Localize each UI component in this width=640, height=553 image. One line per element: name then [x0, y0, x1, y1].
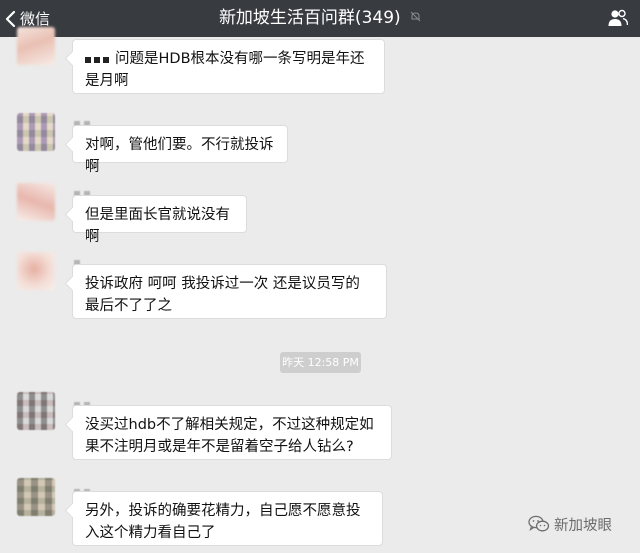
message-bubble[interactable]: 问题是HDB根本没有哪一条写明是年还是月啊: [72, 39, 385, 94]
sender-name-redacted: [74, 251, 110, 266]
avatar[interactable]: [17, 183, 55, 221]
avatar[interactable]: [17, 113, 55, 151]
avatar[interactable]: [17, 478, 55, 516]
watermark-text: 新加坡眼: [554, 517, 612, 534]
sender-name-redacted: [74, 393, 110, 408]
watermark: 新加坡眼: [528, 513, 612, 535]
message-bubble[interactable]: 对啊，管他们要。不行就投诉啊: [72, 125, 288, 175]
message-bubble[interactable]: 但是里面长官就说没有啊: [72, 195, 247, 245]
nav-bar: 微信 新加坡生活百问群(349): [0, 0, 640, 37]
avatar[interactable]: [17, 252, 55, 290]
message-text: 投诉政府 呵呵 我投诉过一次 还是议员写的 最后不了了之: [85, 276, 360, 314]
mute-bell-icon: [410, 11, 421, 22]
mention-redacted: [85, 48, 112, 70]
avatar[interactable]: [17, 27, 55, 65]
timestamp: 昨天 12:58 PM: [280, 352, 361, 373]
wechat-logo-icon: [528, 515, 550, 532]
message-bubble[interactable]: 另外，投诉的确要花精力，自己愿不愿意投入这个精力看自己了: [72, 491, 383, 546]
message-text: 问题是HDB根本没有哪一条写明是年还是月啊: [85, 51, 365, 89]
message-text: 没买过hdb不了解相关规定，不过这种规定如果不注明月或是年不是留着空子给人钻么?: [85, 417, 374, 455]
sender-name-redacted: [74, 182, 110, 197]
sender-name-redacted: [74, 480, 110, 495]
avatar[interactable]: [17, 392, 55, 430]
chat-title: 新加坡生活百问群(349): [218, 8, 401, 28]
chat-title-wrap: 新加坡生活百问群(349): [0, 0, 640, 37]
message-text: 但是里面长官就说没有啊: [85, 207, 230, 245]
message-text: 对啊，管他们要。不行就投诉啊: [85, 137, 274, 175]
message-bubble[interactable]: 没买过hdb不了解相关规定，不过这种规定如果不注明月或是年不是留着空子给人钻么?: [72, 405, 392, 460]
message-text: 另外，投诉的确要花精力，自己愿不愿意投入这个精力看自己了: [85, 503, 361, 541]
sender-name-redacted: [74, 112, 110, 127]
message-bubble[interactable]: 投诉政府 呵呵 我投诉过一次 还是议员写的 最后不了了之: [72, 264, 387, 319]
people-icon[interactable]: [608, 9, 628, 27]
